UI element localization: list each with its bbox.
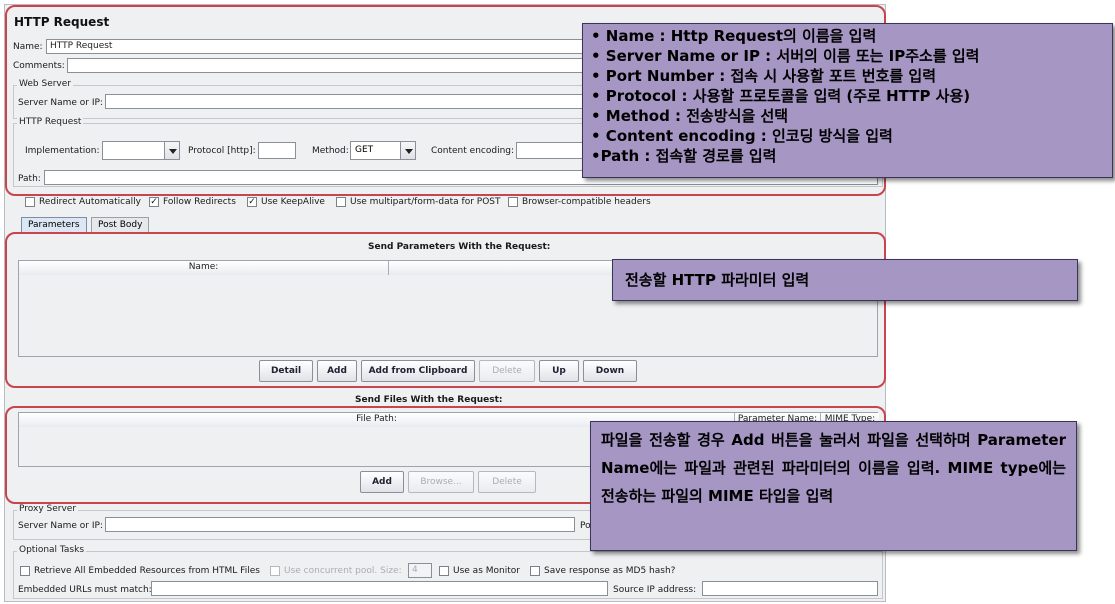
annotation-frame-params xyxy=(5,232,886,388)
source-ip-input[interactable] xyxy=(702,581,878,596)
concurrent-pool-checkbox[interactable] xyxy=(270,566,280,576)
optional-tasks-title: Optional Tasks xyxy=(17,545,87,555)
callout-line-method: • Method : 전송방식을 선택 xyxy=(591,107,789,125)
proxy-server-input[interactable] xyxy=(105,517,575,532)
params-callout: 전송할 HTTP 파라미터 입력 xyxy=(612,259,1078,301)
files-callout: 파일을 전송할 경우 Add 버튼을 눌러서 파일을 선택하며 Paramete… xyxy=(590,421,1077,551)
callout-line-name: • Name : Http Request의 이름을 입력 xyxy=(591,27,877,45)
callout-line-path: •Path : 접속할 경로를 입력 xyxy=(591,147,777,165)
use-keepalive-checkbox[interactable]: ✓ xyxy=(247,197,257,207)
retrieve-embedded-label: Retrieve All Embedded Resources from HTM… xyxy=(34,566,260,576)
embedded-urls-label: Embedded URLs must match: xyxy=(18,585,152,595)
md5-checkbox[interactable] xyxy=(530,566,540,576)
browser-compatible-label: Browser-compatible headers xyxy=(522,197,651,207)
callout-line-port: • Port Number : 접속 시 사용할 포트 번호를 입력 xyxy=(591,67,937,85)
callout-line-protocol: • Protocol : 사용할 프로토콜을 입력 (주로 HTTP 사용) xyxy=(591,87,971,105)
files-title: Send Files With the Request: xyxy=(355,395,503,405)
use-as-monitor-label: Use as Monitor xyxy=(453,566,520,576)
follow-redirects-label: Follow Redirects xyxy=(163,197,236,207)
redirect-automatically-label: Redirect Automatically xyxy=(39,197,141,207)
concurrent-pool-label: Use concurrent pool. Size: xyxy=(284,566,402,576)
redirect-automatically-checkbox[interactable] xyxy=(25,197,35,207)
multipart-checkbox[interactable] xyxy=(336,197,346,207)
multipart-label: Use multipart/form-data for POST xyxy=(350,197,501,207)
tab-parameters[interactable]: Parameters xyxy=(21,217,87,233)
proxy-server-label: Server Name or IP: xyxy=(18,521,103,531)
retrieve-embedded-checkbox[interactable] xyxy=(20,566,30,576)
follow-redirects-checkbox[interactable]: ✓ xyxy=(149,197,159,207)
use-keepalive-label: Use KeepAlive xyxy=(261,197,325,207)
md5-label: Save response as MD5 hash? xyxy=(544,566,676,576)
tab-post-body[interactable]: Post Body xyxy=(91,217,150,233)
embedded-urls-input[interactable] xyxy=(151,581,608,596)
fields-callout: • Name : Http Request의 이름을 입력 • Server N… xyxy=(582,23,1113,178)
browser-compatible-checkbox[interactable] xyxy=(508,197,518,207)
proxy-title: Proxy Server xyxy=(17,504,79,514)
callout-line-server: • Server Name or IP : 서버의 이름 또는 IP주소를 입력 xyxy=(591,47,980,65)
use-as-monitor-checkbox[interactable] xyxy=(439,566,449,576)
callout-line-encoding: • Content encoding : 인코딩 방식을 입력 xyxy=(591,127,893,145)
source-ip-label: Source IP address: xyxy=(613,585,697,595)
pool-size-input[interactable]: 4 xyxy=(408,563,432,578)
